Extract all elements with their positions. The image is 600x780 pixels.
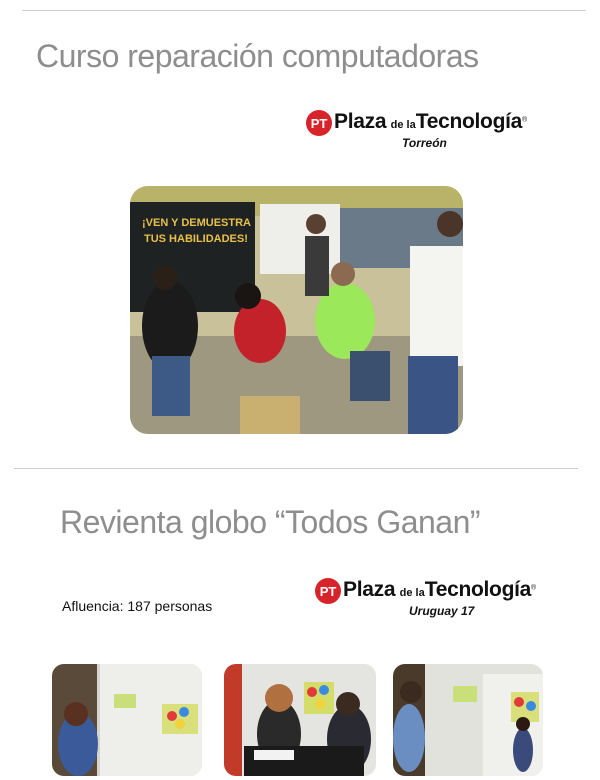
plaza-tecnologia-logo-uruguay: PT Plaza de laTecnología® Uruguay 17 [313,576,563,622]
logo-word-tecnologia: Tecnología [424,578,532,601]
section-divider [14,468,578,469]
logo-word-plaza: Plaza [343,578,396,601]
attendance-text: Afluencia: 187 personas [62,598,213,614]
logo-location-torreon: Torreón [402,136,447,150]
logo-registered-mark: ® [531,584,537,592]
logo-location-uruguay: Uruguay 17 [409,604,475,618]
section-title-balloon-game: Revienta globo “Todos Ganan” [60,504,481,540]
logo-mark-text: PT [320,584,337,599]
pt-logo-icon: PT [306,110,332,136]
logo-mark-text: PT [311,116,328,131]
banner-line-1: ¡VEN Y DEMUESTRA [142,217,251,229]
logo-wordmark: Plaza de laTecnología® [334,110,527,134]
logo-wordmark: Plaza de laTecnología® [343,578,536,602]
logo-word-plaza: Plaza [334,110,387,133]
balloon-photo-1 [52,664,202,776]
course-photo: ¡VEN Y DEMUESTRA TUS HABILIDADES! [130,186,463,434]
logo-word-dela: de la [390,119,416,131]
balloon-photo-3 [393,664,543,776]
logo-registered-mark: ® [522,116,528,124]
balloon-photo-2 [224,664,376,776]
section-title-course: Curso reparación computadoras [36,38,479,74]
pt-logo-icon: PT [315,578,341,604]
logo-word-dela: de la [399,587,425,599]
top-divider [22,10,586,11]
logo-word-tecnologia: Tecnología [415,110,523,133]
plaza-tecnologia-logo-torreon: PT Plaza de laTecnología® Torreón [304,108,554,154]
banner-line-2: TUS HABILIDADES! [144,233,248,245]
